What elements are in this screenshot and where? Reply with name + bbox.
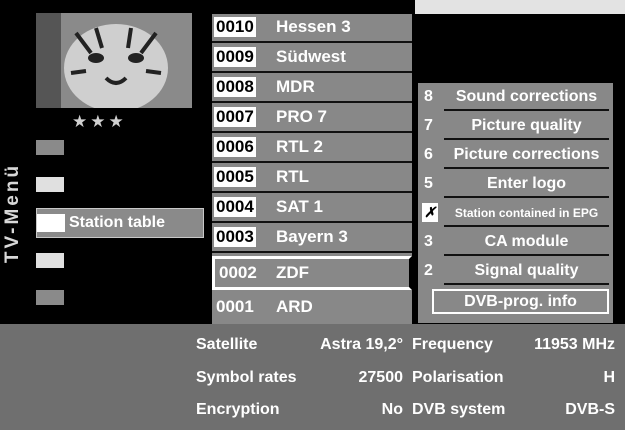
option-key: 3 [424, 233, 433, 250]
option-key: 2 [424, 262, 433, 279]
row-divider [444, 254, 609, 256]
row-divider [444, 109, 609, 111]
station-name: MDR [276, 77, 315, 96]
station-name: ARD [276, 297, 313, 316]
option-label: Picture corrections [453, 146, 600, 163]
station-table-label: Station table [69, 214, 166, 231]
options-panel: 8 Sound corrections 7 Picture quality 6 … [418, 83, 613, 323]
station-name: Bayern 3 [276, 227, 348, 246]
option-signal-quality[interactable]: 2 Signal quality [418, 257, 613, 286]
option-label: Signal quality [474, 262, 579, 279]
option-label: Sound corrections [455, 88, 598, 105]
station-row[interactable]: 0010 Hessen 3 [212, 14, 412, 43]
row-divider [212, 41, 412, 43]
epg-checkbox[interactable]: ✗ [422, 203, 438, 222]
option-ca-module[interactable]: 3 CA module [418, 228, 613, 257]
station-list: 0010 Hessen 3 0009 Südwest 0008 MDR 0007… [212, 14, 412, 324]
dvb-system-label: DVB system [412, 401, 506, 418]
station-number: 0009 [214, 47, 256, 67]
station-row[interactable]: 0009 Südwest [212, 44, 412, 73]
station-row-selected[interactable]: 0002 ZDF [212, 256, 412, 290]
row-divider [212, 191, 412, 193]
option-sound-corrections[interactable]: 8 Sound corrections [418, 83, 613, 112]
station-name: PRO 7 [276, 107, 328, 126]
polarisation-value: H [603, 369, 615, 386]
row-divider [212, 101, 412, 103]
menu-title-vertical: TV-Menü [2, 162, 23, 264]
dvb-system-value: DVB-S [565, 401, 615, 418]
station-number: 0010 [214, 17, 256, 37]
station-number: 0008 [214, 77, 256, 97]
station-name: RTL [276, 167, 310, 186]
symbol-rates-label: Symbol rates [196, 369, 297, 386]
rating-stars: ★★★ [72, 112, 127, 132]
station-number: 0006 [214, 137, 256, 157]
station-number: 0005 [214, 167, 256, 187]
option-key: 6 [424, 146, 433, 163]
frequency-label: Frequency [412, 336, 493, 353]
station-row[interactable]: 0004 SAT 1 [212, 194, 412, 223]
station-name: ZDF [276, 263, 310, 282]
side-menu-station-table[interactable]: Station table [36, 208, 204, 238]
satellite-label: Satellite [196, 336, 258, 353]
option-label: DVB-prog. info [432, 289, 609, 314]
row-divider [212, 251, 412, 253]
station-row[interactable]: 0007 PRO 7 [212, 104, 412, 133]
row-divider [212, 221, 412, 223]
top-light-strip [415, 0, 625, 14]
option-picture-quality[interactable]: 7 Picture quality [418, 112, 613, 141]
tv-menu-screen: ★★★ TV-Menü Station table 0010 Hessen 3 … [0, 0, 625, 430]
side-menu-button-4[interactable] [36, 253, 64, 268]
side-menu-button-5[interactable] [36, 290, 64, 305]
station-row[interactable]: 0005 RTL [212, 164, 412, 193]
station-name: Hessen 3 [276, 17, 351, 36]
row-divider [444, 283, 609, 285]
option-station-in-epg[interactable]: ✗ Station contained in EPG [418, 199, 613, 228]
tiger-picture [36, 13, 192, 108]
option-key: 8 [424, 88, 433, 105]
top-black-strip [0, 0, 415, 14]
row-divider [444, 138, 609, 140]
station-name: Südwest [276, 47, 346, 66]
station-number: 0001 [216, 297, 254, 316]
polarisation-label: Polarisation [412, 369, 504, 386]
option-label: Station contained in EPG [454, 206, 599, 220]
option-label: CA module [484, 233, 569, 250]
station-table-indicator [37, 214, 65, 232]
channel-preview-image [36, 13, 192, 108]
frequency-value: 11953 MHz [534, 336, 615, 353]
station-row[interactable]: 0008 MDR [212, 74, 412, 103]
satellite-value: Astra 19,2° [320, 336, 403, 353]
option-picture-corrections[interactable]: 6 Picture corrections [418, 141, 613, 170]
channel-info-panel: Satellite Astra 19,2° Symbol rates 27500… [0, 324, 625, 430]
station-number: 0002 [219, 263, 257, 282]
option-enter-logo[interactable]: 5 Enter logo [418, 170, 613, 199]
option-dvb-prog-info[interactable]: DVB-prog. info [418, 287, 613, 316]
row-divider [444, 196, 609, 198]
row-divider [212, 131, 412, 133]
station-row[interactable]: 0001 ARD [212, 294, 412, 323]
option-label: Enter logo [486, 175, 567, 192]
option-key: 7 [424, 117, 433, 134]
row-divider [212, 161, 412, 163]
option-label: Picture quality [471, 117, 582, 134]
station-name: RTL 2 [276, 137, 323, 156]
option-key: 5 [424, 175, 433, 192]
encryption-label: Encryption [196, 401, 280, 418]
side-menu-button-2[interactable] [36, 177, 64, 192]
station-number: 0003 [214, 227, 256, 247]
station-number: 0004 [214, 197, 256, 217]
station-row[interactable]: 0006 RTL 2 [212, 134, 412, 163]
side-menu-button-1[interactable] [36, 140, 64, 155]
station-row[interactable]: 0003 Bayern 3 [212, 224, 412, 253]
row-divider [444, 225, 609, 227]
station-number: 0007 [214, 107, 256, 127]
station-name: SAT 1 [276, 197, 323, 216]
symbol-rates-value: 27500 [358, 369, 404, 386]
row-divider [444, 167, 609, 169]
encryption-value: No [381, 401, 403, 418]
row-divider [212, 71, 412, 73]
